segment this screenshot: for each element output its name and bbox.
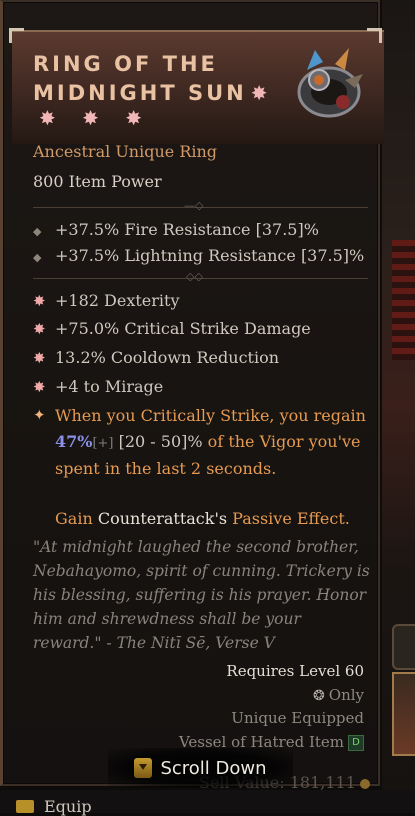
- inventory-slot[interactable]: [392, 624, 415, 670]
- unique-power-gain: Gain: [55, 508, 98, 528]
- scroll-down-icon: [134, 758, 153, 778]
- flavor-text: "At midnight laughed the second brother,…: [33, 538, 370, 652]
- implicit-text: +37.5% Fire Resistance [37.5]%: [55, 220, 319, 239]
- frame-corner-left: [9, 28, 24, 43]
- unique-power-plus: [+]: [92, 435, 114, 451]
- sun-bullet-icon: ✸: [33, 378, 46, 396]
- mythic-suns: ✸ ✸ ✸: [39, 106, 152, 130]
- affix-row: ✸ +182 Dexterity: [33, 291, 378, 310]
- implicit-row: ◆ +37.5% Lightning Resistance [37.5]%: [33, 246, 378, 265]
- unique-power-range: [20 - 50]%: [113, 431, 203, 451]
- item-type: Ancestral Unique Ring: [33, 142, 218, 161]
- item-power: 800 Item Power: [33, 172, 162, 191]
- item-title-line2: Midnight Sun: [33, 81, 247, 105]
- affix-row: ✸ 13.2% Cooldown Reduction: [33, 348, 378, 367]
- background-character-detail: [392, 240, 415, 360]
- item-title-line1: Ring of the: [33, 52, 218, 76]
- sun-bullet-icon: ✸: [33, 349, 46, 367]
- sun-bullet-icon: ✸: [33, 292, 46, 310]
- affix-row: ✸ +4 to Mirage: [33, 377, 378, 396]
- divider-ornament-icon: —◇: [184, 199, 204, 212]
- unique-equipped: Unique Equipped: [231, 709, 364, 727]
- implicit-row: ◆ +37.5% Fire Resistance [37.5]%: [33, 220, 378, 239]
- unique-power-intro: When you Critically Strike, you regain: [55, 406, 366, 425]
- scroll-down-label: Scroll Down: [160, 757, 267, 779]
- sun-icon: ✸: [250, 81, 271, 105]
- unique-power-passive: Passive Effect.: [227, 508, 350, 528]
- implicit-text: +37.5% Lightning Resistance [37.5]%: [55, 246, 365, 265]
- affix-text: +4 to Mirage: [55, 377, 164, 396]
- diamond-bullet-icon: ◆: [33, 251, 42, 264]
- class-only-label: Only: [328, 686, 364, 704]
- item-tooltip: Ring of the Midnight Sun ✸ ✸ ✸ ✸ Ancestra…: [0, 0, 384, 792]
- vessel-of-hatred-icon: D: [348, 735, 364, 751]
- affix-text: +75.0% Critical Strike Damage: [55, 319, 311, 338]
- affix-text: +182 Dexterity: [55, 291, 180, 310]
- gold-coin-icon: [359, 778, 370, 789]
- diamond-bullet-icon: ◆: [33, 225, 42, 238]
- sun-bullet-icon: ✸: [33, 320, 46, 338]
- equip-icon: [16, 800, 34, 813]
- unique-power-percent: 47%: [55, 431, 93, 451]
- affix-text: 13.2% Cooldown Reduction: [55, 348, 280, 367]
- affix-row: ✸ +75.0% Critical Strike Damage: [33, 319, 378, 338]
- ring-item-icon: [297, 48, 363, 118]
- divider-ornament-icon: ◇◇: [186, 270, 203, 283]
- scroll-down-button[interactable]: Scroll Down: [108, 748, 293, 788]
- rogue-class-icon: ❂: [313, 688, 325, 704]
- unique-power-icon: ✦: [33, 406, 46, 424]
- class-restriction: ❂ Only: [313, 686, 364, 704]
- unique-power-skill: Counterattack's: [97, 508, 228, 528]
- inventory-slot-item[interactable]: [392, 672, 415, 756]
- item-title: Ring of the Midnight Sun ✸: [33, 50, 283, 108]
- unique-power: When you Critically Strike, you regain 4…: [55, 403, 375, 531]
- required-level: Requires Level 60: [226, 662, 364, 680]
- equip-label[interactable]: Equip: [44, 797, 92, 816]
